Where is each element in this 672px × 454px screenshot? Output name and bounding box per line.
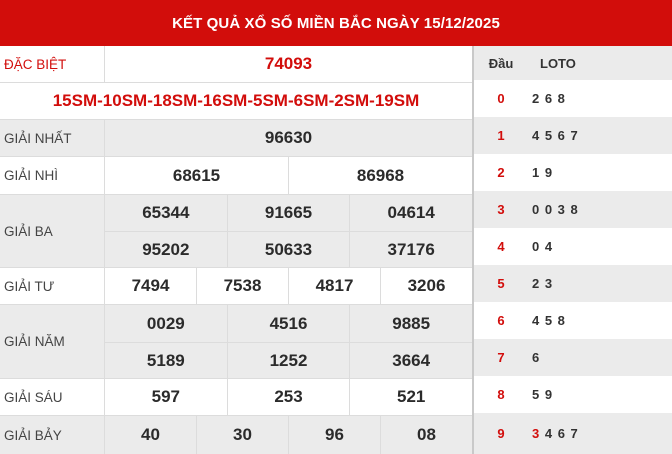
first-prize-label: GIẢI NHẤT bbox=[0, 120, 105, 156]
fifth-prize-value: 5189 bbox=[105, 343, 228, 378]
loto-head: 6 bbox=[497, 313, 505, 328]
third-prize-value: 91665 bbox=[228, 195, 351, 231]
third-prize-value: 50633 bbox=[228, 232, 351, 267]
fourth-prize-value: 7538 bbox=[197, 268, 289, 304]
loto-header-row: Đầu LOTO bbox=[474, 46, 672, 80]
fifth-prize-value: 3664 bbox=[392, 350, 431, 370]
fourth-prize-value: 7494 bbox=[105, 268, 197, 304]
loto-tail: 1 9 bbox=[532, 165, 554, 180]
sixth-prize-value: 521 bbox=[396, 387, 426, 406]
loto-tail: 4 5 8 bbox=[532, 313, 566, 328]
loto-row: 6 4 5 8 bbox=[474, 302, 672, 339]
fourth-prize-value: 3206 bbox=[407, 276, 446, 295]
loto-row: 2 1 9 bbox=[474, 154, 672, 191]
loto-row: 7 6 bbox=[474, 339, 672, 376]
third-prize-value: 37176 bbox=[387, 239, 435, 259]
fifth-prize-label: GIẢI NĂM bbox=[0, 305, 105, 378]
loto-head: 4 bbox=[497, 239, 505, 254]
fourth-prize-value: 4817 bbox=[289, 268, 381, 304]
loto-head: 9 bbox=[497, 426, 505, 441]
loto-tail-highlight: 3 bbox=[532, 426, 541, 441]
loto-row: 3 0 0 3 8 bbox=[474, 191, 672, 228]
fifth-prize-value: 9885 bbox=[392, 313, 431, 333]
seventh-prize-label: GIẢI BẢY bbox=[0, 416, 105, 454]
loto-row: 1 4 5 6 7 bbox=[474, 117, 672, 154]
loto-head: 8 bbox=[497, 387, 505, 402]
third-prize-value: 04614 bbox=[387, 203, 435, 222]
third-prize-value: 65344 bbox=[105, 195, 228, 231]
special-prize-row: ĐẶC BIỆT 74093 bbox=[0, 46, 472, 83]
results-table: ĐẶC BIỆT 74093 15SM-10SM-18SM-16SM-5SM-6… bbox=[0, 46, 472, 454]
seventh-prize-value: 96 bbox=[289, 416, 381, 454]
sixth-prize-row: GIẢI SÁU 597 253 521 bbox=[0, 379, 472, 416]
loto-tail-rest: 4 6 7 bbox=[544, 426, 579, 441]
sixth-prize-value: 597 bbox=[105, 379, 228, 415]
head-column-header: Đầu bbox=[488, 55, 514, 71]
second-prize-value: 68615 bbox=[105, 157, 289, 194]
loto-row: 0 2 6 8 bbox=[474, 80, 672, 117]
seventh-prize-value: 08 bbox=[417, 425, 436, 444]
sixth-prize-label: GIẢI SÁU bbox=[0, 379, 105, 415]
loto-head: 7 bbox=[497, 350, 505, 365]
third-prize-value: 95202 bbox=[105, 232, 228, 267]
loto-head: 0 bbox=[497, 91, 505, 106]
loto-tail: 0 4 bbox=[532, 239, 554, 254]
seventh-prize-row: GIẢI BẢY 40 30 96 08 bbox=[0, 416, 472, 454]
loto-head: 5 bbox=[497, 276, 505, 291]
loto-tail: 5 9 bbox=[532, 387, 554, 402]
first-prize-value: 96630 bbox=[264, 128, 313, 147]
fifth-prize-row: GIẢI NĂM 0029 4516 9885 5189 1252 3664 bbox=[0, 305, 472, 379]
loto-row: 5 2 3 bbox=[474, 265, 672, 302]
loto-row: 4 0 4 bbox=[474, 228, 672, 265]
special-prize-label: ĐẶC BIỆT bbox=[0, 46, 105, 82]
fifth-prize-value: 0029 bbox=[105, 305, 228, 342]
sixth-prize-value: 253 bbox=[228, 379, 351, 415]
second-prize-row: GIẢI NHÌ 68615 86968 bbox=[0, 157, 472, 195]
loto-row: 9 3 4 6 7 bbox=[474, 413, 672, 454]
loto-tail: 6 bbox=[532, 350, 541, 365]
loto-tail: 0 0 3 8 bbox=[532, 202, 579, 217]
fifth-prize-value: 4516 bbox=[228, 305, 351, 342]
special-codes: 15SM-10SM-18SM-16SM-5SM-6SM-2SM-19SM bbox=[52, 91, 420, 110]
loto-head: 3 bbox=[497, 202, 505, 217]
fifth-prize-value: 1252 bbox=[228, 343, 351, 378]
loto-tail: 2 3 bbox=[532, 276, 554, 291]
loto-tail: 3 4 6 7 bbox=[528, 426, 579, 441]
loto-head: 2 bbox=[497, 165, 505, 180]
special-codes-row: 15SM-10SM-18SM-16SM-5SM-6SM-2SM-19SM bbox=[0, 83, 472, 120]
second-prize-value: 86968 bbox=[356, 165, 405, 185]
loto-row: 8 5 9 bbox=[474, 376, 672, 413]
loto-head: 1 bbox=[497, 128, 505, 143]
fourth-prize-row: GIẢI TƯ 7494 7538 4817 3206 bbox=[0, 268, 472, 305]
page-title: KẾT QUẢ XỔ SỐ MIỀN BẮC NGÀY 15/12/2025 bbox=[0, 0, 672, 46]
loto-table: Đầu LOTO 0 2 6 8 1 4 5 6 7 2 1 9 3 0 0 3… bbox=[474, 46, 672, 454]
seventh-prize-value: 30 bbox=[197, 416, 289, 454]
seventh-prize-value: 40 bbox=[105, 416, 197, 454]
loto-column-header: LOTO bbox=[540, 55, 576, 71]
fourth-prize-label: GIẢI TƯ bbox=[0, 268, 105, 304]
loto-tail: 2 6 8 bbox=[532, 91, 566, 106]
second-prize-label: GIẢI NHÌ bbox=[0, 157, 105, 194]
first-prize-row: GIẢI NHẤT 96630 bbox=[0, 120, 472, 157]
third-prize-label: GIẢI BA bbox=[0, 195, 105, 267]
third-prize-row: GIẢI BA 65344 91665 04614 95202 50633 37… bbox=[0, 195, 472, 268]
loto-tail: 4 5 6 7 bbox=[532, 128, 579, 143]
special-prize-value: 74093 bbox=[264, 54, 313, 73]
